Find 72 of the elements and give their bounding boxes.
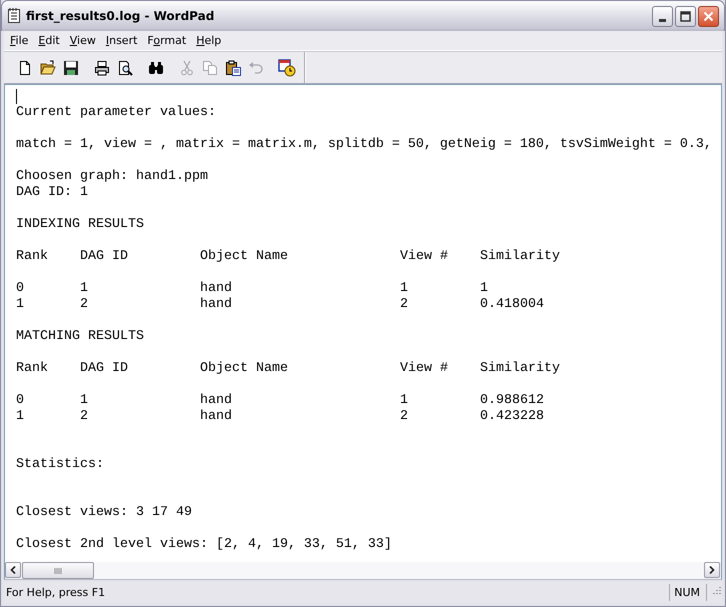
table-cell-text: hand bbox=[200, 281, 233, 297]
column-header: DAG ID bbox=[80, 249, 129, 265]
printer-icon bbox=[94, 60, 110, 76]
table-cell-text: 1 bbox=[16, 409, 25, 425]
column-header: Similarity bbox=[480, 361, 561, 377]
table-cell-text: 2 bbox=[400, 409, 409, 425]
scrollbar-thumb[interactable] bbox=[22, 562, 94, 579]
minimize-icon bbox=[659, 18, 666, 22]
column-header: Rank bbox=[16, 249, 49, 265]
calendar-clock-icon bbox=[278, 58, 296, 76]
text-line: Choosen graph: hand1.ppm bbox=[16, 169, 208, 184]
text-line: match = 1, view = , matrix = matrix.m, splitdb = 50, getNeig = 180, tsvSimWeight = 0.3, bbox=[16, 137, 712, 152]
table-cell-text: 1 bbox=[80, 281, 89, 297]
scissors-icon bbox=[178, 60, 194, 76]
table-cell-text: hand bbox=[200, 297, 233, 313]
menu-item[interactable]: Insert bbox=[100, 32, 142, 48]
resize-grip-icon bbox=[710, 585, 722, 597]
text-line: Statistics: bbox=[16, 457, 104, 472]
folder-icon bbox=[40, 60, 56, 76]
table-cell-text: 0.988612 bbox=[480, 393, 545, 409]
column-header: Object Name bbox=[200, 249, 289, 265]
text-line: Current parameter values: bbox=[16, 105, 216, 120]
undo-arrow-icon bbox=[248, 60, 264, 76]
text-line: INDEXING RESULTS bbox=[16, 217, 144, 232]
table-cell-text: 0.418004 bbox=[480, 297, 545, 313]
table-cell-text: 0.423228 bbox=[480, 409, 545, 425]
table-cell-text: 2 bbox=[80, 297, 89, 313]
table-cell-text: 1 bbox=[80, 393, 89, 409]
column-header: Similarity bbox=[480, 249, 561, 265]
text-line: Closest views: 3 17 49 bbox=[16, 505, 192, 520]
clipboard-icon bbox=[224, 60, 240, 76]
window-title: first_results0.log - WordPad bbox=[26, 9, 216, 23]
column-header: View # bbox=[400, 249, 449, 265]
close-button[interactable] bbox=[698, 6, 719, 26]
column-header: Rank bbox=[16, 361, 49, 377]
table-cell-text: 1 bbox=[400, 393, 409, 409]
menu-item[interactable]: Help bbox=[191, 32, 226, 48]
table-cell-text: 0 bbox=[16, 281, 25, 297]
text-line: DAG ID: 1 bbox=[16, 185, 88, 200]
text-line: MATCHING RESULTS bbox=[16, 329, 144, 344]
maximize-icon bbox=[680, 10, 691, 22]
left-chevron-icon bbox=[10, 566, 16, 574]
status-indicator: NUM bbox=[669, 584, 707, 601]
table-cell-text: 1 bbox=[16, 297, 25, 313]
grip-icon bbox=[54, 568, 62, 574]
table-cell-text: 0 bbox=[16, 393, 25, 409]
minimize-button[interactable] bbox=[652, 6, 673, 26]
copy-pages-icon bbox=[202, 60, 218, 76]
menu-item[interactable]: Format bbox=[142, 32, 192, 48]
table-cell-text: 1 bbox=[400, 281, 409, 297]
column-header: DAG ID bbox=[80, 361, 129, 377]
text-cursor bbox=[16, 89, 17, 104]
table-cell-text: 2 bbox=[80, 409, 89, 425]
maximize-button[interactable] bbox=[675, 6, 696, 26]
binoculars-icon bbox=[148, 60, 164, 76]
menu-item[interactable]: File bbox=[5, 32, 34, 48]
page-magnifier-icon bbox=[116, 60, 132, 76]
close-icon bbox=[703, 10, 714, 22]
column-header: Object Name bbox=[200, 361, 289, 377]
column-header: View # bbox=[400, 361, 449, 377]
right-chevron-icon bbox=[709, 566, 715, 574]
scroll-left-button[interactable] bbox=[5, 562, 21, 578]
table-cell-text: hand bbox=[200, 409, 233, 425]
menu-item[interactable]: Edit bbox=[33, 32, 65, 48]
text-line: Closest 2nd level views: [2, 4, 19, 33, 51, 33] bbox=[16, 537, 392, 552]
table-cell-text: 2 bbox=[400, 297, 409, 313]
document-icon bbox=[7, 8, 21, 24]
scroll-right-button[interactable] bbox=[704, 562, 720, 578]
table-cell-text: hand bbox=[200, 393, 233, 409]
table-cell-text: 1 bbox=[480, 281, 489, 297]
menu-item[interactable]: View bbox=[64, 32, 101, 48]
status-message: For Help, press F1 bbox=[5, 586, 106, 599]
